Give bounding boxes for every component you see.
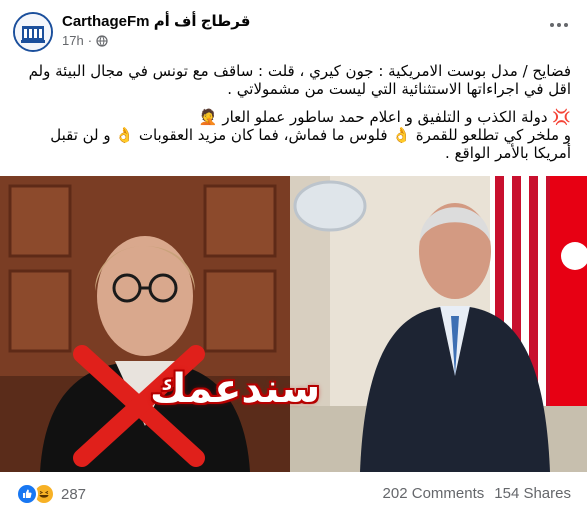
engagement-counts: 202 Comments 154 Shares xyxy=(383,485,571,502)
reaction-count: 287 xyxy=(61,485,87,503)
meta-separator: · xyxy=(87,33,93,48)
post-paragraph: فضايح / مدل بوست الامريكية : جون كيري ، … xyxy=(28,62,571,98)
post-time[interactable]: 17h xyxy=(62,33,84,48)
comments-count-link[interactable]: 202 Comments xyxy=(383,485,485,502)
post-meta: 17h · xyxy=(62,33,108,48)
page-name-link[interactable]: CarthageFm قرطاج أف أم xyxy=(62,12,250,30)
shares-count-link[interactable]: 154 Shares xyxy=(494,485,571,502)
post-image[interactable] xyxy=(0,176,587,472)
globe-icon[interactable] xyxy=(96,34,108,47)
image-overlay-text: سندعمك xyxy=(150,366,321,412)
facebook-post: CarthageFm قرطاج أف أم 17h · فضايح / مدل… xyxy=(0,0,587,515)
post-paragraph: 💢 دولة الكذب و التلفيق و اعلام حمد ساطور… xyxy=(198,108,571,126)
more-options-icon[interactable] xyxy=(547,18,571,32)
like-reaction-icon xyxy=(16,483,38,505)
page-avatar[interactable] xyxy=(13,12,53,52)
reactions-summary[interactable]: 287 xyxy=(16,483,86,505)
post-paragraph: و ملخر كي تطلعو للقمرة 👌 فلوس ما فماش، ف… xyxy=(50,126,571,162)
post-text: فضايح / مدل بوست الامريكية : جون كيري ، … xyxy=(14,62,571,172)
carthage-logo-icon xyxy=(15,14,51,50)
